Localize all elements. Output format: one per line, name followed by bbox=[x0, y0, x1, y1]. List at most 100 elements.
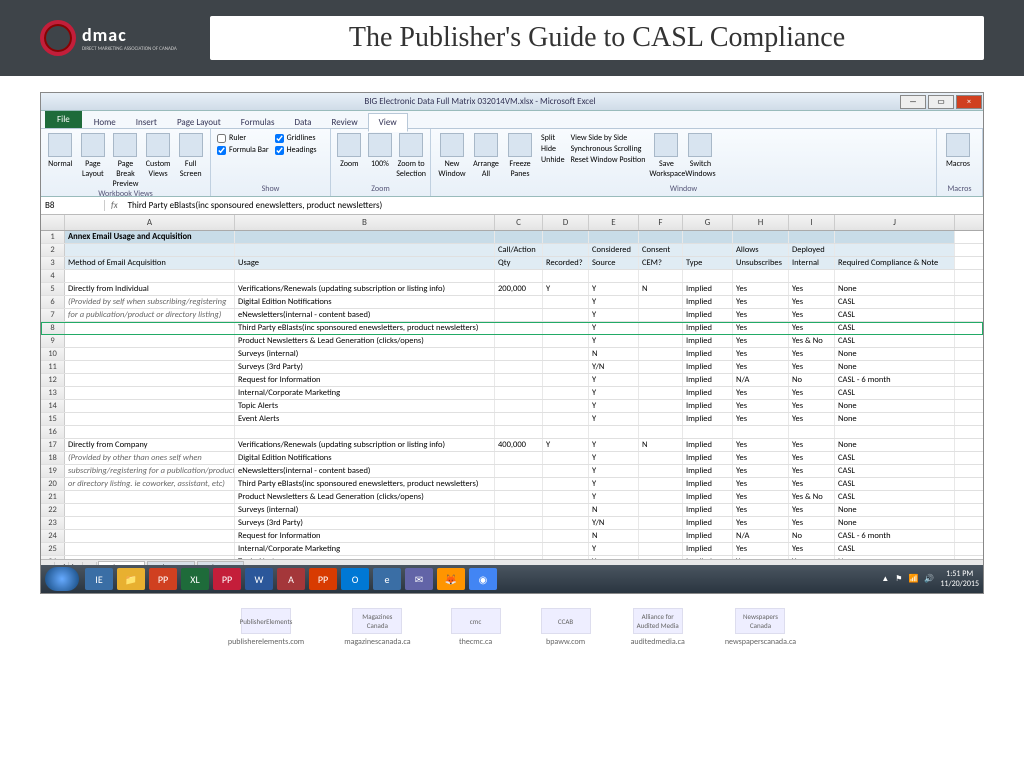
window-view-side-by-side[interactable]: View Side by Side bbox=[571, 133, 646, 143]
taskbar-app-icon[interactable]: PP bbox=[309, 568, 337, 590]
cell[interactable]: Recorded? bbox=[543, 257, 589, 269]
cell[interactable]: No bbox=[789, 374, 835, 386]
cell[interactable] bbox=[65, 413, 235, 425]
cell[interactable] bbox=[495, 387, 543, 399]
cell[interactable]: Yes bbox=[733, 439, 789, 451]
cell[interactable] bbox=[639, 231, 683, 243]
cell[interactable] bbox=[65, 517, 235, 529]
taskbar-app-icon[interactable]: O bbox=[341, 568, 369, 590]
column-header-B[interactable]: B bbox=[235, 215, 495, 230]
cell[interactable] bbox=[543, 543, 589, 555]
cell[interactable]: Yes bbox=[733, 283, 789, 295]
cell[interactable] bbox=[235, 426, 495, 438]
cell[interactable]: None bbox=[835, 413, 955, 425]
cell[interactable]: Usage bbox=[235, 257, 495, 269]
cell[interactable] bbox=[495, 270, 543, 282]
row-header[interactable]: 19 bbox=[41, 465, 65, 477]
ribbon-zoom-button[interactable]: Zoom bbox=[335, 131, 364, 169]
cell[interactable] bbox=[639, 517, 683, 529]
cell[interactable]: Qty bbox=[495, 257, 543, 269]
cell[interactable] bbox=[235, 231, 495, 243]
cell[interactable] bbox=[639, 465, 683, 477]
cell[interactable]: Request for Information bbox=[235, 374, 495, 386]
cell[interactable]: Implied bbox=[683, 348, 733, 360]
table-row[interactable]: 25Internal/Corporate MarketingYImpliedYe… bbox=[41, 543, 983, 556]
cell[interactable] bbox=[543, 348, 589, 360]
minimize-button[interactable]: — bbox=[900, 95, 926, 109]
cell[interactable] bbox=[495, 426, 543, 438]
cell[interactable] bbox=[235, 270, 495, 282]
cell[interactable] bbox=[543, 244, 589, 256]
cell[interactable]: Y/N bbox=[589, 361, 639, 373]
cell[interactable] bbox=[495, 335, 543, 347]
table-row[interactable]: 14Topic AlertsYImpliedYesYesNone bbox=[41, 400, 983, 413]
row-header[interactable]: 4 bbox=[41, 270, 65, 282]
cell[interactable]: 200,000 bbox=[495, 283, 543, 295]
cell[interactable] bbox=[733, 231, 789, 243]
formula-input[interactable]: Third Party eBlasts(inc sponsoured enews… bbox=[124, 200, 983, 211]
taskbar-app-icon[interactable]: ✉ bbox=[405, 568, 433, 590]
cell[interactable]: Unsubscribes bbox=[733, 257, 789, 269]
cell[interactable]: Yes bbox=[789, 452, 835, 464]
cell[interactable]: Implied bbox=[683, 439, 733, 451]
cell[interactable]: Yes bbox=[789, 413, 835, 425]
cell[interactable]: None bbox=[835, 348, 955, 360]
cell[interactable]: Yes bbox=[733, 387, 789, 399]
cell[interactable]: subscribing/registering for a publicatio… bbox=[65, 465, 235, 477]
cell[interactable] bbox=[835, 231, 955, 243]
row-header[interactable]: 3 bbox=[41, 257, 65, 269]
cell[interactable] bbox=[495, 543, 543, 555]
cell[interactable]: for a publication/product or directory l… bbox=[65, 309, 235, 321]
cell[interactable]: Topic Alerts bbox=[235, 400, 495, 412]
cell[interactable] bbox=[495, 530, 543, 542]
cell[interactable]: CASL bbox=[835, 322, 955, 334]
cell[interactable]: Digital Edition Notifications bbox=[235, 296, 495, 308]
cell[interactable]: Y bbox=[589, 374, 639, 386]
cell[interactable]: Source bbox=[589, 257, 639, 269]
table-row[interactable]: 5Directly from IndividualVerifications/R… bbox=[41, 283, 983, 296]
ribbon-100--button[interactable]: 100% bbox=[366, 131, 395, 169]
cell[interactable]: Yes & No bbox=[789, 491, 835, 503]
cell[interactable] bbox=[639, 413, 683, 425]
ribbon-page-break-preview-button[interactable]: Page Break Preview bbox=[110, 131, 141, 189]
ribbon-switch-windows-button[interactable]: Switch Windows bbox=[683, 131, 717, 179]
row-header[interactable]: 22 bbox=[41, 504, 65, 516]
cell[interactable]: None bbox=[835, 361, 955, 373]
cell[interactable]: Y bbox=[589, 322, 639, 334]
cell[interactable] bbox=[683, 426, 733, 438]
cell[interactable]: CASL - 6 month bbox=[835, 530, 955, 542]
window-reset-window-position[interactable]: Reset Window Position bbox=[571, 155, 646, 165]
cell[interactable]: Implied bbox=[683, 309, 733, 321]
window-split[interactable]: Split bbox=[541, 133, 565, 143]
cell[interactable] bbox=[543, 231, 589, 243]
cell[interactable] bbox=[639, 452, 683, 464]
cell[interactable] bbox=[733, 270, 789, 282]
cell[interactable] bbox=[65, 543, 235, 555]
cell[interactable]: CASL bbox=[835, 478, 955, 490]
row-header[interactable]: 9 bbox=[41, 335, 65, 347]
cell[interactable] bbox=[543, 309, 589, 321]
cell[interactable] bbox=[639, 387, 683, 399]
table-row[interactable]: 7for a publication/product or directory … bbox=[41, 309, 983, 322]
cell[interactable] bbox=[235, 244, 495, 256]
ribbon-arrange-all-button[interactable]: Arrange All bbox=[469, 131, 503, 179]
cell[interactable] bbox=[639, 335, 683, 347]
cell[interactable]: Consent bbox=[639, 244, 683, 256]
window-titlebar[interactable]: BIG Electronic Data Full Matrix 032014VM… bbox=[41, 93, 983, 111]
table-row[interactable]: 18(Provided by other than ones self when… bbox=[41, 452, 983, 465]
cell[interactable] bbox=[495, 400, 543, 412]
show-formula-bar-checkbox[interactable]: Formula Bar bbox=[217, 145, 269, 155]
cell[interactable]: Implied bbox=[683, 465, 733, 477]
cell[interactable]: Yes bbox=[733, 361, 789, 373]
cell[interactable] bbox=[589, 270, 639, 282]
row-header[interactable]: 17 bbox=[41, 439, 65, 451]
taskbar-app-icon[interactable]: 📁 bbox=[117, 568, 145, 590]
cell[interactable]: Yes bbox=[733, 465, 789, 477]
cell[interactable]: Implied bbox=[683, 374, 733, 386]
taskbar-app-icon[interactable]: A bbox=[277, 568, 305, 590]
show-headings-checkbox[interactable]: Headings bbox=[275, 145, 324, 155]
ribbon-zoom-to-selection-button[interactable]: Zoom to Selection bbox=[396, 131, 426, 179]
tray-up-icon[interactable]: ▲ bbox=[881, 574, 889, 584]
cell[interactable] bbox=[789, 270, 835, 282]
row-header[interactable]: 12 bbox=[41, 374, 65, 386]
